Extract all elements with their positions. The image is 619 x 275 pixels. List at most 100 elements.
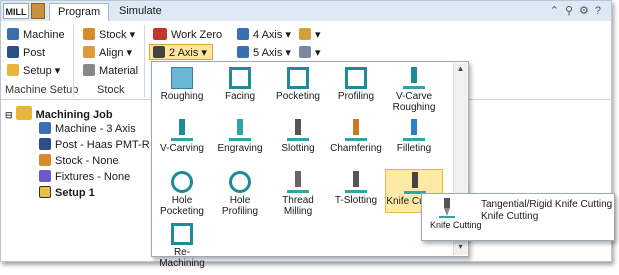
collapse-icon[interactable]: ⊟ [5,110,13,120]
re-machining-icon [171,223,193,245]
gallery-item-label: Facing [224,91,255,102]
machine-icon [39,122,51,134]
gallery-item-re-machining[interactable]: Re-Machining [153,221,211,269]
hole-pocketing-icon [171,171,193,193]
gallery-item-pocketing[interactable]: Pocketing [269,65,327,109]
tools-icon [299,28,311,40]
gallery-item-label: V-Carve Roughing [392,91,436,113]
slotting-icon [287,119,309,141]
align-icon [83,46,95,58]
gallery-item-label: Hole Pocketing [160,195,204,217]
setup-icon [7,64,19,76]
five-axis-button[interactable]: 5 Axis ▾ [237,45,291,61]
work-zero-icon [153,28,167,40]
tooltip-subtitle: Knife Cutting [481,211,539,222]
gallery-item-label: Slotting [281,143,315,154]
knife-cutting-icon [439,198,455,218]
tooltip-icon-label: Knife Cutting [430,220,482,230]
app-window: MILL Program Simulate ⌃⚲⚙? Machine Post … [0,0,615,269]
gallery-item-facing[interactable]: Facing [211,65,269,109]
setup-icon [39,186,51,198]
tree-item-fixtures[interactable]: Fixtures - None [39,170,130,184]
group-divider [144,25,145,97]
tree-item-stock[interactable]: Stock - None [39,154,119,168]
gallery-item-label: Engraving [217,143,263,154]
material-icon [83,64,95,76]
gallery-item-label: Thread Milling [282,195,314,217]
settings-icon[interactable]: ⚙ [579,5,595,17]
pattern-icon [299,46,311,58]
two-axis-button[interactable]: 2 Axis ▾ [153,45,207,61]
four-axis-button[interactable]: 4 Axis ▾ [237,27,291,43]
tree-root[interactable]: ⊟ Machining Job [5,106,113,121]
gallery-item-thread-milling[interactable]: Thread Milling [269,169,327,217]
fixtures-icon [39,170,51,182]
app-menu-button[interactable]: MILL [3,3,29,19]
tab-program[interactable]: Program [49,3,110,21]
roughing-icon [171,67,193,89]
scroll-up-icon[interactable]: ▲ [455,64,466,74]
setup-button[interactable]: Setup ▾ [7,63,60,79]
gallery-item-t-slotting[interactable]: T-Slotting [327,169,385,213]
gallery-item-engraving[interactable]: Engraving [211,117,269,161]
work-zero-button[interactable]: Work Zero [153,27,222,43]
facing-icon [229,67,251,89]
machine-icon [7,28,19,40]
stock-button[interactable]: Stock ▾ [83,27,135,43]
v-carve-roughing-icon [403,67,425,89]
ribbon-tab-bar: MILL Program Simulate ⌃⚲⚙? [1,1,611,22]
gallery-item-v-carving[interactable]: V-Carving [153,117,211,161]
four-axis-icon [237,28,249,40]
group-divider [73,25,74,97]
gallery-item-profiling[interactable]: Profiling [327,65,385,109]
gallery-item-label: Filleting [396,143,432,154]
machine-setup-group-label: Machine Setup [5,84,79,96]
stock-icon [39,154,51,166]
scroll-more-icon[interactable]: ▾ [455,242,466,252]
thread-milling-icon [287,171,309,193]
align-button[interactable]: Align ▾ [83,45,132,61]
gallery-item-label: V-Carving [160,143,204,154]
hole-profiling-icon [229,171,251,193]
post-icon [7,46,19,58]
gallery-item-v-carve-roughing[interactable]: V-Carve Roughing [385,65,443,113]
gallery-item-label: T-Slotting [334,195,378,206]
material-button[interactable]: Material [83,63,138,79]
up-arrow-icon[interactable]: ⌃ [550,5,565,17]
stock-icon [83,28,95,40]
chamfering-icon [345,119,367,141]
tree-item-machine[interactable]: Machine - 3 Axis [39,122,136,136]
gallery-item-label: Chamfering [330,143,382,154]
tools-button[interactable]: ▾ [299,27,321,43]
gallery-item-roughing[interactable]: Roughing [153,65,211,109]
machine-button[interactable]: Machine [7,27,65,43]
pocketing-icon [287,67,309,89]
gallery-item-label: Re-Machining [159,247,205,269]
gallery-item-label: Pocketing [276,91,320,102]
knife-cutting-icon [404,172,426,194]
job-tree: ⊟ Machining Job Machine - 3 Axis Post - … [1,100,151,260]
tree-item-setup[interactable]: Setup 1 [39,186,95,200]
pattern-button[interactable]: ▾ [299,45,321,61]
gallery-item-slotting[interactable]: Slotting [269,117,327,161]
titlebar-icons: ⌃⚲⚙? [550,4,607,17]
filleting-icon [403,119,425,141]
post-icon [39,138,51,150]
gallery-item-hole-profiling[interactable]: Hole Profiling [211,169,269,217]
help-icon[interactable]: ? [595,5,607,17]
stock-group-label: Stock [97,84,125,96]
two-axis-icon [153,46,165,58]
t-slotting-icon [345,171,367,193]
pin-icon[interactable]: ⚲ [565,5,579,17]
post-button[interactable]: Post [7,45,45,61]
v-carving-icon [171,119,193,141]
folder-icon [15,106,32,120]
tooltip-title: Tangential/Rigid Knife Cutting [481,199,613,210]
tab-simulate[interactable]: Simulate [111,3,170,21]
gallery-item-chamfering[interactable]: Chamfering [327,117,385,161]
gallery-item-hole-pocketing[interactable]: Hole Pocketing [153,169,211,217]
tree-item-post[interactable]: Post - Haas PMT-R [39,138,150,152]
quick-access-icon[interactable] [31,3,45,19]
five-axis-icon [237,46,249,58]
gallery-item-filleting[interactable]: Filleting [385,117,443,161]
